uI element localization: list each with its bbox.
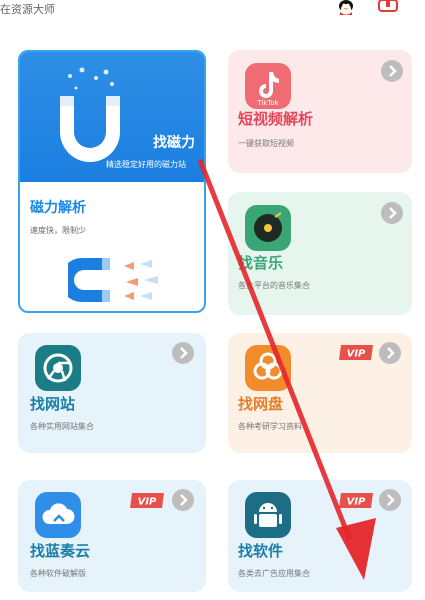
banner-title: 找磁力 (153, 135, 195, 151)
vip-label: VIP (347, 349, 366, 360)
card-title: 找网盘 (238, 395, 284, 413)
chrome-icon (35, 345, 81, 391)
chevron-right-icon[interactable] (381, 60, 403, 82)
card-title: 找音乐 (238, 254, 284, 272)
chevron-right-icon[interactable] (379, 489, 401, 511)
chevron-right-icon[interactable] (172, 342, 194, 364)
toolbox-icon[interactable] (376, 0, 400, 12)
magnet-parse-desc: 速度快，限制少 (30, 226, 86, 235)
card-software[interactable]: 找软件 各类去广告应用集合 VIP (228, 480, 412, 592)
vip-badge: VIP (130, 493, 164, 508)
card-title: 找软件 (238, 542, 284, 560)
qq-penguin-icon[interactable] (335, 0, 357, 16)
horseshoe-magnet-icon (68, 258, 158, 302)
tiktok-icon: TikTok (245, 63, 291, 109)
card-desc: 一键获取短视频 (238, 139, 294, 148)
tiktok-icon-label: TikTok (256, 99, 279, 107)
card-title: 找网站 (30, 395, 76, 413)
magnet-parse-title: 磁力解析 (30, 200, 86, 216)
magnet-banner[interactable]: 找磁力 精选稳定好用的磁力站 (20, 52, 204, 182)
banner-subtitle: 精选稳定好用的磁力站 (106, 160, 186, 169)
card-lanzou-cloud[interactable]: 找蓝奏云 各种软件破解版 VIP (18, 480, 206, 592)
card-title: 短视频解析 (238, 110, 314, 128)
vip-label: VIP (138, 497, 157, 508)
cloud-icon (35, 492, 81, 538)
card-music[interactable]: 找音乐 各大平台的音乐集合 (228, 192, 412, 315)
card-title: 找蓝奏云 (30, 542, 91, 560)
vip-badge: VIP (339, 345, 373, 360)
cloud-disk-icon (245, 345, 291, 391)
card-desc: 各大平台的音乐集合 (238, 281, 310, 290)
card-net-disk[interactable]: 找网盘 各种考研学习资料 VIP (228, 333, 412, 453)
top-bar: 在资源大师 (0, 0, 425, 22)
card-desc: 各种考研学习资料 (238, 422, 302, 431)
vip-badge: VIP (339, 493, 373, 508)
android-icon (245, 492, 291, 538)
vip-label: VIP (347, 497, 366, 508)
card-desc: 各类去广告应用集合 (238, 569, 310, 578)
magnet-icon (60, 67, 120, 162)
card-websites[interactable]: 找网站 各种实用网站集合 (18, 333, 206, 453)
chevron-right-icon[interactable] (379, 342, 401, 364)
chevron-right-icon[interactable] (381, 202, 403, 224)
magnet-feature-card[interactable]: 找磁力 精选稳定好用的磁力站 磁力解析 速度快，限制少 (18, 50, 206, 313)
chevron-right-icon[interactable] (172, 489, 194, 511)
music-disc-icon (245, 205, 291, 251)
app-title: 在资源大师 (0, 3, 55, 16)
card-short-video[interactable]: TikTok 短视频解析 一键获取短视频 (228, 50, 412, 173)
card-desc: 各种实用网站集合 (30, 422, 94, 431)
card-desc: 各种软件破解版 (30, 569, 86, 578)
